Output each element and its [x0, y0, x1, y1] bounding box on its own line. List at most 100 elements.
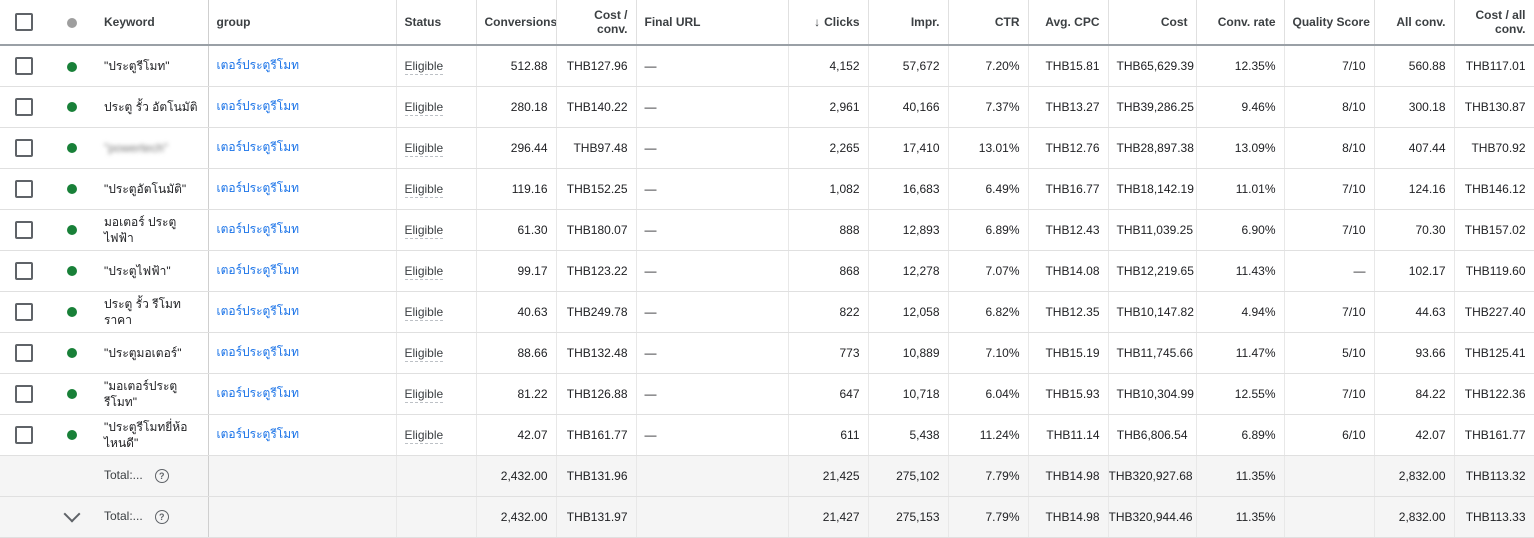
enabled-status-icon[interactable] [67, 102, 77, 113]
status-text[interactable]: Eligible [404, 181, 444, 198]
keyword-text[interactable]: ประตู รั้ว รีโมท ราคา [104, 296, 200, 328]
enabled-status-icon[interactable] [67, 266, 77, 277]
chevron-down-icon[interactable] [63, 505, 81, 523]
col-conversions[interactable]: Conversions [476, 0, 557, 46]
keyword-text[interactable]: มอเตอร์ ประตู ไฟฟ้า [104, 214, 200, 246]
row-checkbox[interactable] [15, 302, 33, 321]
row-status-dot-cell[interactable] [48, 373, 96, 415]
row-checkbox[interactable] [15, 179, 33, 198]
col-cost-per-conv[interactable]: Cost / conv. [556, 0, 637, 46]
enabled-status-icon[interactable] [67, 307, 77, 318]
keyword-text[interactable]: "มอเตอร์ประตู รีโมท" [104, 378, 200, 410]
status-text[interactable]: Eligible [404, 386, 444, 403]
col-avg-cpc[interactable]: Avg. CPC [1028, 0, 1109, 46]
keyword-text[interactable]: ประตู รั้ว อัตโนมัติ [104, 99, 200, 115]
table-row[interactable]: ประตู รั้ว อัตโนมัติ เตอร์ประตูรีโมท Eli… [0, 86, 1534, 128]
col-status[interactable]: Status [396, 0, 477, 46]
ad-group-link[interactable]: เตอร์ประตูรีโมท [217, 181, 300, 195]
row-checkbox[interactable] [15, 97, 33, 116]
row-select-cell[interactable] [0, 291, 48, 333]
row-checkbox[interactable] [15, 343, 33, 362]
row-select-cell[interactable] [0, 45, 48, 87]
row-checkbox[interactable] [15, 384, 33, 403]
status-text[interactable]: Eligible [404, 58, 444, 75]
row-select-cell[interactable] [0, 250, 48, 292]
select-all-checkbox[interactable] [15, 13, 33, 31]
help-icon[interactable]: ? [154, 509, 169, 524]
enabled-status-icon[interactable] [67, 143, 77, 154]
col-all-conv[interactable]: All conv. [1374, 0, 1455, 46]
ad-group-link[interactable]: เตอร์ประตูรีโมท [217, 427, 300, 441]
table-row[interactable]: มอเตอร์ ประตู ไฟฟ้า เตอร์ประตูรีโมท Elig… [0, 209, 1534, 251]
ad-group-link[interactable]: เตอร์ประตูรีโมท [217, 263, 300, 277]
row-status-dot-cell[interactable] [48, 45, 96, 87]
enabled-status-icon[interactable] [67, 61, 77, 72]
row-checkbox[interactable] [15, 220, 33, 239]
row-status-dot-cell[interactable] [48, 127, 96, 169]
keyword-text[interactable]: "ประตูอัตโนมัติ" [104, 181, 200, 197]
table-row[interactable]: "ประตูรีโมท" เตอร์ประตูรีโมท Eligible 51… [0, 45, 1534, 87]
keyword-text[interactable]: "ประตูรีโมท" [104, 58, 200, 74]
col-cost-all-conv[interactable]: Cost / all conv. [1454, 0, 1534, 46]
row-checkbox[interactable] [15, 425, 33, 444]
row-select-cell[interactable] [0, 209, 48, 251]
row-status-dot-cell[interactable] [48, 332, 96, 374]
total-label[interactable]: Total:... [104, 509, 143, 523]
ad-group-link[interactable]: เตอร์ประตูรีโมท [217, 386, 300, 400]
enabled-status-icon[interactable] [67, 184, 77, 195]
row-checkbox[interactable] [15, 56, 33, 75]
enabled-status-icon[interactable] [67, 430, 77, 441]
ad-group-link[interactable]: เตอร์ประตูรีโมท [217, 140, 300, 154]
row-checkbox[interactable] [15, 261, 33, 280]
ad-group-link[interactable]: เตอร์ประตูรีโมท [217, 304, 300, 318]
table-row[interactable]: "ประตูรีโมทยี่ห้อ ไหนดี" เตอร์ประตูรีโมท… [0, 414, 1534, 456]
row-checkbox[interactable] [15, 138, 33, 157]
col-clicks[interactable]: ↓ Clicks [788, 0, 869, 46]
table-row[interactable]: "มอเตอร์ประตู รีโมท" เตอร์ประตูรีโมท Eli… [0, 373, 1534, 415]
ad-group-link[interactable]: เตอร์ประตูรีโมท [217, 58, 300, 72]
status-dot-header[interactable] [48, 0, 96, 46]
row-select-cell[interactable] [0, 168, 48, 210]
keyword-text[interactable]: "ประตูไฟฟ้า" [104, 263, 200, 279]
col-cost[interactable]: Cost [1108, 0, 1197, 46]
status-text[interactable]: Eligible [404, 99, 444, 116]
select-all-cell[interactable] [0, 0, 48, 46]
keyword-text[interactable]: "ประตูรีโมทยี่ห้อ ไหนดี" [104, 419, 200, 451]
status-text[interactable]: Eligible [404, 427, 444, 444]
table-row[interactable]: ประตู รั้ว รีโมท ราคา เตอร์ประตูรีโมท El… [0, 291, 1534, 333]
table-row[interactable]: "powertech" เตอร์ประตูรีโมท Eligible 296… [0, 127, 1534, 169]
row-status-dot-cell[interactable] [48, 168, 96, 210]
col-final-url[interactable]: Final URL [636, 0, 789, 46]
total-label[interactable]: Total:... [104, 468, 143, 482]
row-status-dot-cell[interactable] [48, 86, 96, 128]
row-status-dot-cell[interactable] [48, 414, 96, 456]
status-text[interactable]: Eligible [404, 304, 444, 321]
row-status-dot-cell[interactable] [48, 209, 96, 251]
row-select-cell[interactable] [0, 127, 48, 169]
row-status-dot-cell[interactable] [48, 250, 96, 292]
status-text[interactable]: Eligible [404, 222, 444, 239]
help-icon[interactable]: ? [154, 468, 169, 483]
table-row[interactable]: "ประตูอัตโนมัติ" เตอร์ประตูรีโมท Eligibl… [0, 168, 1534, 210]
keyword-text[interactable]: "ประตูมอเตอร์" [104, 345, 200, 361]
col-keyword[interactable]: Keyword [96, 0, 209, 46]
table-row[interactable]: "ประตูไฟฟ้า" เตอร์ประตูรีโมท Eligible 99… [0, 250, 1534, 292]
enabled-status-icon[interactable] [67, 225, 77, 236]
status-text[interactable]: Eligible [404, 345, 444, 362]
col-quality-score[interactable]: Quality Score [1284, 0, 1375, 46]
table-row[interactable]: "ประตูมอเตอร์" เตอร์ประตูรีโมท Eligible … [0, 332, 1534, 374]
ad-group-link[interactable]: เตอร์ประตูรีโมท [217, 222, 300, 236]
enabled-status-icon[interactable] [67, 348, 77, 359]
ad-group-link[interactable]: เตอร์ประตูรีโมท [217, 99, 300, 113]
row-status-dot-cell[interactable] [48, 291, 96, 333]
row-select-cell[interactable] [0, 86, 48, 128]
keyword-text[interactable]: "powertech" [104, 140, 200, 156]
col-conv-rate[interactable]: Conv. rate [1196, 0, 1285, 46]
status-text[interactable]: Eligible [404, 263, 444, 280]
row-select-cell[interactable] [0, 414, 48, 456]
row-select-cell[interactable] [0, 332, 48, 374]
row-select-cell[interactable] [0, 373, 48, 415]
col-ad-group[interactable]: group [208, 0, 397, 46]
status-text[interactable]: Eligible [404, 140, 444, 157]
enabled-status-icon[interactable] [67, 389, 77, 400]
